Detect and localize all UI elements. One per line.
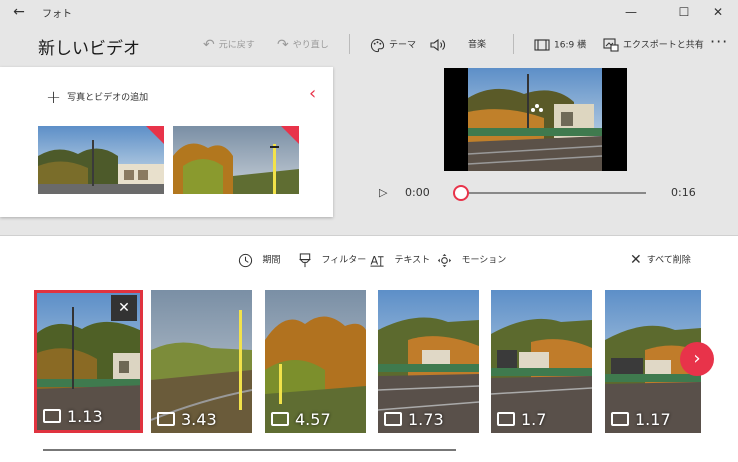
image-icon <box>384 412 402 426</box>
undo-button[interactable]: ↶ 元に戻す <box>203 36 255 54</box>
clip-duration: 3.43 <box>157 410 217 429</box>
add-photos-videos-button[interactable]: + 写真とビデオの追加 <box>46 87 148 108</box>
undo-icon: ↶ <box>203 37 215 53</box>
image-icon <box>157 412 175 426</box>
clip-duration-value: 1.73 <box>408 410 444 429</box>
export-share-label: エクスポートと共有 <box>623 40 704 51</box>
library-thumbnail[interactable] <box>173 126 299 194</box>
clip-added-marker <box>146 126 164 144</box>
add-photos-videos-label: 写真とビデオの追加 <box>67 93 149 103</box>
storyboard-panel: 期間 フィルター A テキスト モーション ✕ すべて削除 ✕ 1.13 3.4… <box>0 235 738 462</box>
back-icon[interactable]: ← <box>10 3 28 21</box>
collapse-library-icon[interactable]: ‹ <box>309 83 316 104</box>
current-time: 0:00 <box>405 186 430 199</box>
close-icon: ✕ <box>630 252 642 268</box>
project-library-panel: + 写真とビデオの追加 ‹ <box>0 67 333 217</box>
clip-duration-value: 1.7 <box>521 410 547 429</box>
filter-label: フィルター <box>321 255 367 266</box>
title-bar: ← フォト — ☐ ✕ <box>0 0 738 24</box>
export-icon <box>603 36 619 54</box>
motion-button[interactable]: モーション <box>437 252 506 268</box>
clip-duration-value: 1.13 <box>67 407 103 426</box>
clip-duration-value: 3.43 <box>181 410 217 429</box>
theme-button[interactable]: テーマ <box>370 36 416 54</box>
volume-button[interactable] <box>430 36 450 54</box>
speaker-icon <box>430 36 446 54</box>
redo-icon: ↷ <box>277 37 289 53</box>
image-icon <box>611 412 629 426</box>
image-icon <box>271 412 289 426</box>
filter-button[interactable]: フィルター <box>298 252 366 268</box>
seek-bar[interactable] <box>460 192 646 194</box>
clip-duration-value: 1.17 <box>635 410 671 429</box>
storyboard-clip[interactable]: ✕ 1.13 <box>34 290 143 433</box>
clock-icon <box>238 252 257 268</box>
remove-all-button[interactable]: ✕ すべて削除 <box>630 252 691 268</box>
redo-label: やり直し <box>292 40 329 51</box>
motion-label: モーション <box>461 255 507 266</box>
preview-frame <box>444 68 627 171</box>
clip-duration: 1.13 <box>43 407 103 426</box>
plus-icon: + <box>46 87 62 108</box>
storyboard-clip[interactable]: 4.57 <box>265 290 366 433</box>
app-title: フォト <box>42 9 72 20</box>
storyboard-clip[interactable]: 1.73 <box>378 290 479 433</box>
clip-duration-value: 4.57 <box>295 410 331 429</box>
chevron-right-icon: › <box>693 348 701 369</box>
export-share-button[interactable]: エクスポートと共有 <box>603 36 704 54</box>
undo-label: 元に戻す <box>218 40 255 51</box>
toolbar-divider <box>349 34 350 54</box>
library-thumbnail[interactable] <box>38 126 164 194</box>
seek-handle[interactable] <box>453 185 469 201</box>
motion-icon <box>437 252 456 268</box>
image-icon <box>497 412 515 426</box>
svg-text:A: A <box>370 254 378 267</box>
remove-all-label: すべて削除 <box>646 255 691 266</box>
more-options-icon[interactable]: ··· <box>710 32 728 51</box>
music-button[interactable]: 音楽 <box>468 36 486 54</box>
image-icon <box>43 409 61 423</box>
close-window-button[interactable]: ✕ <box>703 2 733 22</box>
clip-duration: 1.17 <box>611 410 671 429</box>
duration-label: 期間 <box>262 255 281 266</box>
toolbar-divider <box>513 34 514 54</box>
text-button[interactable]: A テキスト <box>369 252 430 268</box>
editor-toolbar: 新しいビデオ ↶ 元に戻す ↷ やり直し テーマ 音楽 16:9 横 エクスポートと… <box>0 24 738 66</box>
theme-label: テーマ <box>389 40 417 51</box>
page-title: 新しいビデオ <box>38 39 140 59</box>
clip-duration: 1.73 <box>384 410 444 429</box>
clip-added-marker <box>281 126 299 144</box>
video-preview[interactable] <box>444 68 627 171</box>
storyboard-clip[interactable]: 1.7 <box>491 290 592 433</box>
clip-duration: 4.57 <box>271 410 331 429</box>
redo-button[interactable]: ↷ やり直し <box>277 36 329 54</box>
brush-icon <box>298 252 316 268</box>
total-time: 0:16 <box>671 186 696 199</box>
remove-clip-icon[interactable]: ✕ <box>111 295 137 321</box>
palette-icon <box>370 36 385 54</box>
aspect-ratio-button[interactable]: 16:9 横 <box>534 36 586 54</box>
music-label: 音楽 <box>468 40 487 50</box>
play-icon[interactable]: ▷ <box>379 186 387 199</box>
minimize-button[interactable]: — <box>616 2 646 22</box>
aspect-ratio-icon <box>534 36 550 54</box>
storyboard-clip[interactable]: 3.43 <box>151 290 252 433</box>
horizontal-scrollbar[interactable] <box>43 449 456 451</box>
text-icon: A <box>369 252 389 268</box>
aspect-ratio-label: 16:9 横 <box>554 40 587 51</box>
text-label: テキスト <box>394 255 431 266</box>
duration-button[interactable]: 期間 <box>238 252 280 268</box>
clip-duration: 1.7 <box>497 410 546 429</box>
maximize-button[interactable]: ☐ <box>669 2 699 22</box>
next-clips-button[interactable]: › <box>680 342 714 376</box>
